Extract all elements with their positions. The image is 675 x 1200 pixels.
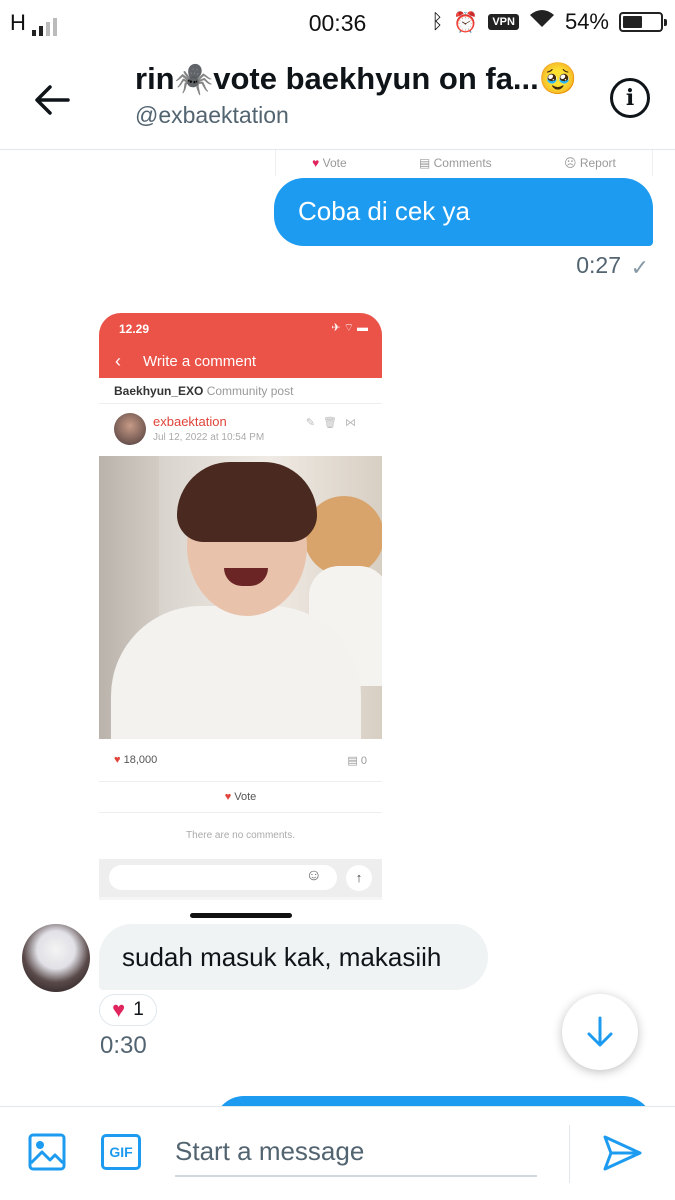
screenshot-title: Write a comment bbox=[143, 353, 257, 370]
emoji-icon: ☺ bbox=[305, 867, 322, 884]
screenshot-time: 12.29 bbox=[119, 322, 150, 336]
conversation-header: rin🕷️vote baekhyun on fa...🥹 @exbaektati… bbox=[0, 46, 675, 150]
add-image-button[interactable] bbox=[28, 1133, 66, 1171]
conversation-title[interactable]: rin🕷️vote baekhyun on fa...🥹 bbox=[135, 60, 585, 97]
message-timestamp: 0:30 bbox=[100, 1032, 147, 1059]
back-button[interactable] bbox=[28, 76, 76, 124]
post-date: Jul 12, 2022 at 10:54 PM bbox=[153, 432, 265, 443]
author-avatar bbox=[114, 413, 146, 445]
alarm-icon: ⏰ bbox=[453, 11, 479, 34]
heart-icon: ♥ bbox=[224, 791, 232, 803]
arrow-up-icon: ↑ bbox=[346, 865, 372, 891]
heart-icon: ♥ bbox=[112, 997, 126, 1022]
post-photo bbox=[99, 456, 382, 739]
outgoing-message-bubble[interactable]: Coba di cek ya bbox=[274, 178, 653, 246]
cutoff-comments: ▤ Comments bbox=[418, 156, 492, 170]
conversation-handle: @exbaektation bbox=[135, 102, 289, 128]
wifi-icon bbox=[529, 9, 555, 35]
screenshot-vote: ♥ Vote bbox=[99, 781, 382, 813]
comment-count: ▤ 0 bbox=[347, 755, 367, 767]
screenshot-author-row: exbaektation Jul 12, 2022 at 10:54 PM ✎🗑… bbox=[99, 404, 382, 456]
bluetooth-icon: ᛒ bbox=[431, 10, 444, 33]
arrow-left-icon bbox=[35, 85, 70, 115]
status-bar: H 00:36 ᛒ ⏰ VPN 54% bbox=[0, 0, 675, 46]
chevron-left-icon: ‹ bbox=[115, 351, 121, 371]
heart-icon: ♥ bbox=[114, 754, 121, 766]
send-button[interactable] bbox=[600, 1131, 644, 1175]
screenshot-status-icons: ✈ ⌔ ▬ bbox=[331, 322, 368, 334]
post-tools-icons: ✎🗑⋈ bbox=[305, 417, 364, 429]
outgoing-message-bubble-partial[interactable] bbox=[214, 1096, 653, 1106]
incoming-message-bubble[interactable]: sudah masuk kak, makasiih bbox=[99, 924, 488, 990]
message-list[interactable]: ♥ Vote ▤ Comments ☹ Report Coba di cek y… bbox=[0, 150, 675, 1106]
screenshot-breadcrumb: Baekhyun_EXO Community post bbox=[99, 378, 382, 404]
heart-icon: ♥ bbox=[312, 156, 320, 170]
battery-percent: 54% bbox=[564, 9, 609, 34]
cutoff-vote: ♥ Vote bbox=[312, 156, 347, 170]
no-comments-text: There are no comments. bbox=[99, 813, 382, 859]
post-stats: ♥ 18,000 ▤ 0 bbox=[99, 739, 382, 781]
image-icon bbox=[28, 1133, 66, 1171]
community-suffix: Community post bbox=[206, 384, 294, 398]
status-icons: ᛒ ⏰ VPN 54% bbox=[431, 9, 667, 35]
composer-divider bbox=[569, 1125, 570, 1183]
screenshot-app-header: 12.29 ✈ ⌔ ▬ ‹ Write a comment bbox=[99, 313, 382, 378]
info-icon[interactable]: i bbox=[610, 78, 650, 118]
message-input[interactable] bbox=[175, 1127, 537, 1177]
arrow-down-icon bbox=[587, 1016, 613, 1047]
home-indicator bbox=[190, 913, 292, 918]
reaction-count: 1 bbox=[133, 999, 144, 1020]
screenshot-comment-bar: ☺ ↑ bbox=[99, 859, 382, 897]
vpn-badge: VPN bbox=[488, 14, 519, 30]
message-timestamp: 0:27 bbox=[576, 252, 621, 278]
cutoff-image-bottom: ♥ Vote ▤ Comments ☹ Report bbox=[275, 150, 653, 176]
gif-button[interactable]: GIF bbox=[101, 1134, 141, 1170]
avatar[interactable] bbox=[22, 924, 90, 992]
author-name: exbaektation bbox=[153, 414, 227, 429]
community-name: Baekhyun_EXO bbox=[114, 384, 204, 398]
battery-icon bbox=[619, 12, 667, 32]
like-count: ♥ 18,000 bbox=[114, 754, 158, 766]
cutoff-report: ☹ Report bbox=[563, 156, 616, 170]
send-icon bbox=[603, 1135, 642, 1171]
message-composer: GIF bbox=[0, 1106, 675, 1200]
scroll-to-bottom-button[interactable] bbox=[562, 994, 638, 1070]
shared-image[interactable]: 12.29 ✈ ⌔ ▬ ‹ Write a comment Baekhyun_E… bbox=[99, 313, 382, 900]
screenshot-comment-input bbox=[109, 865, 337, 890]
reaction-badge[interactable]: ♥ 1 bbox=[99, 994, 157, 1026]
sent-check-icon: ✓ bbox=[630, 255, 649, 280]
